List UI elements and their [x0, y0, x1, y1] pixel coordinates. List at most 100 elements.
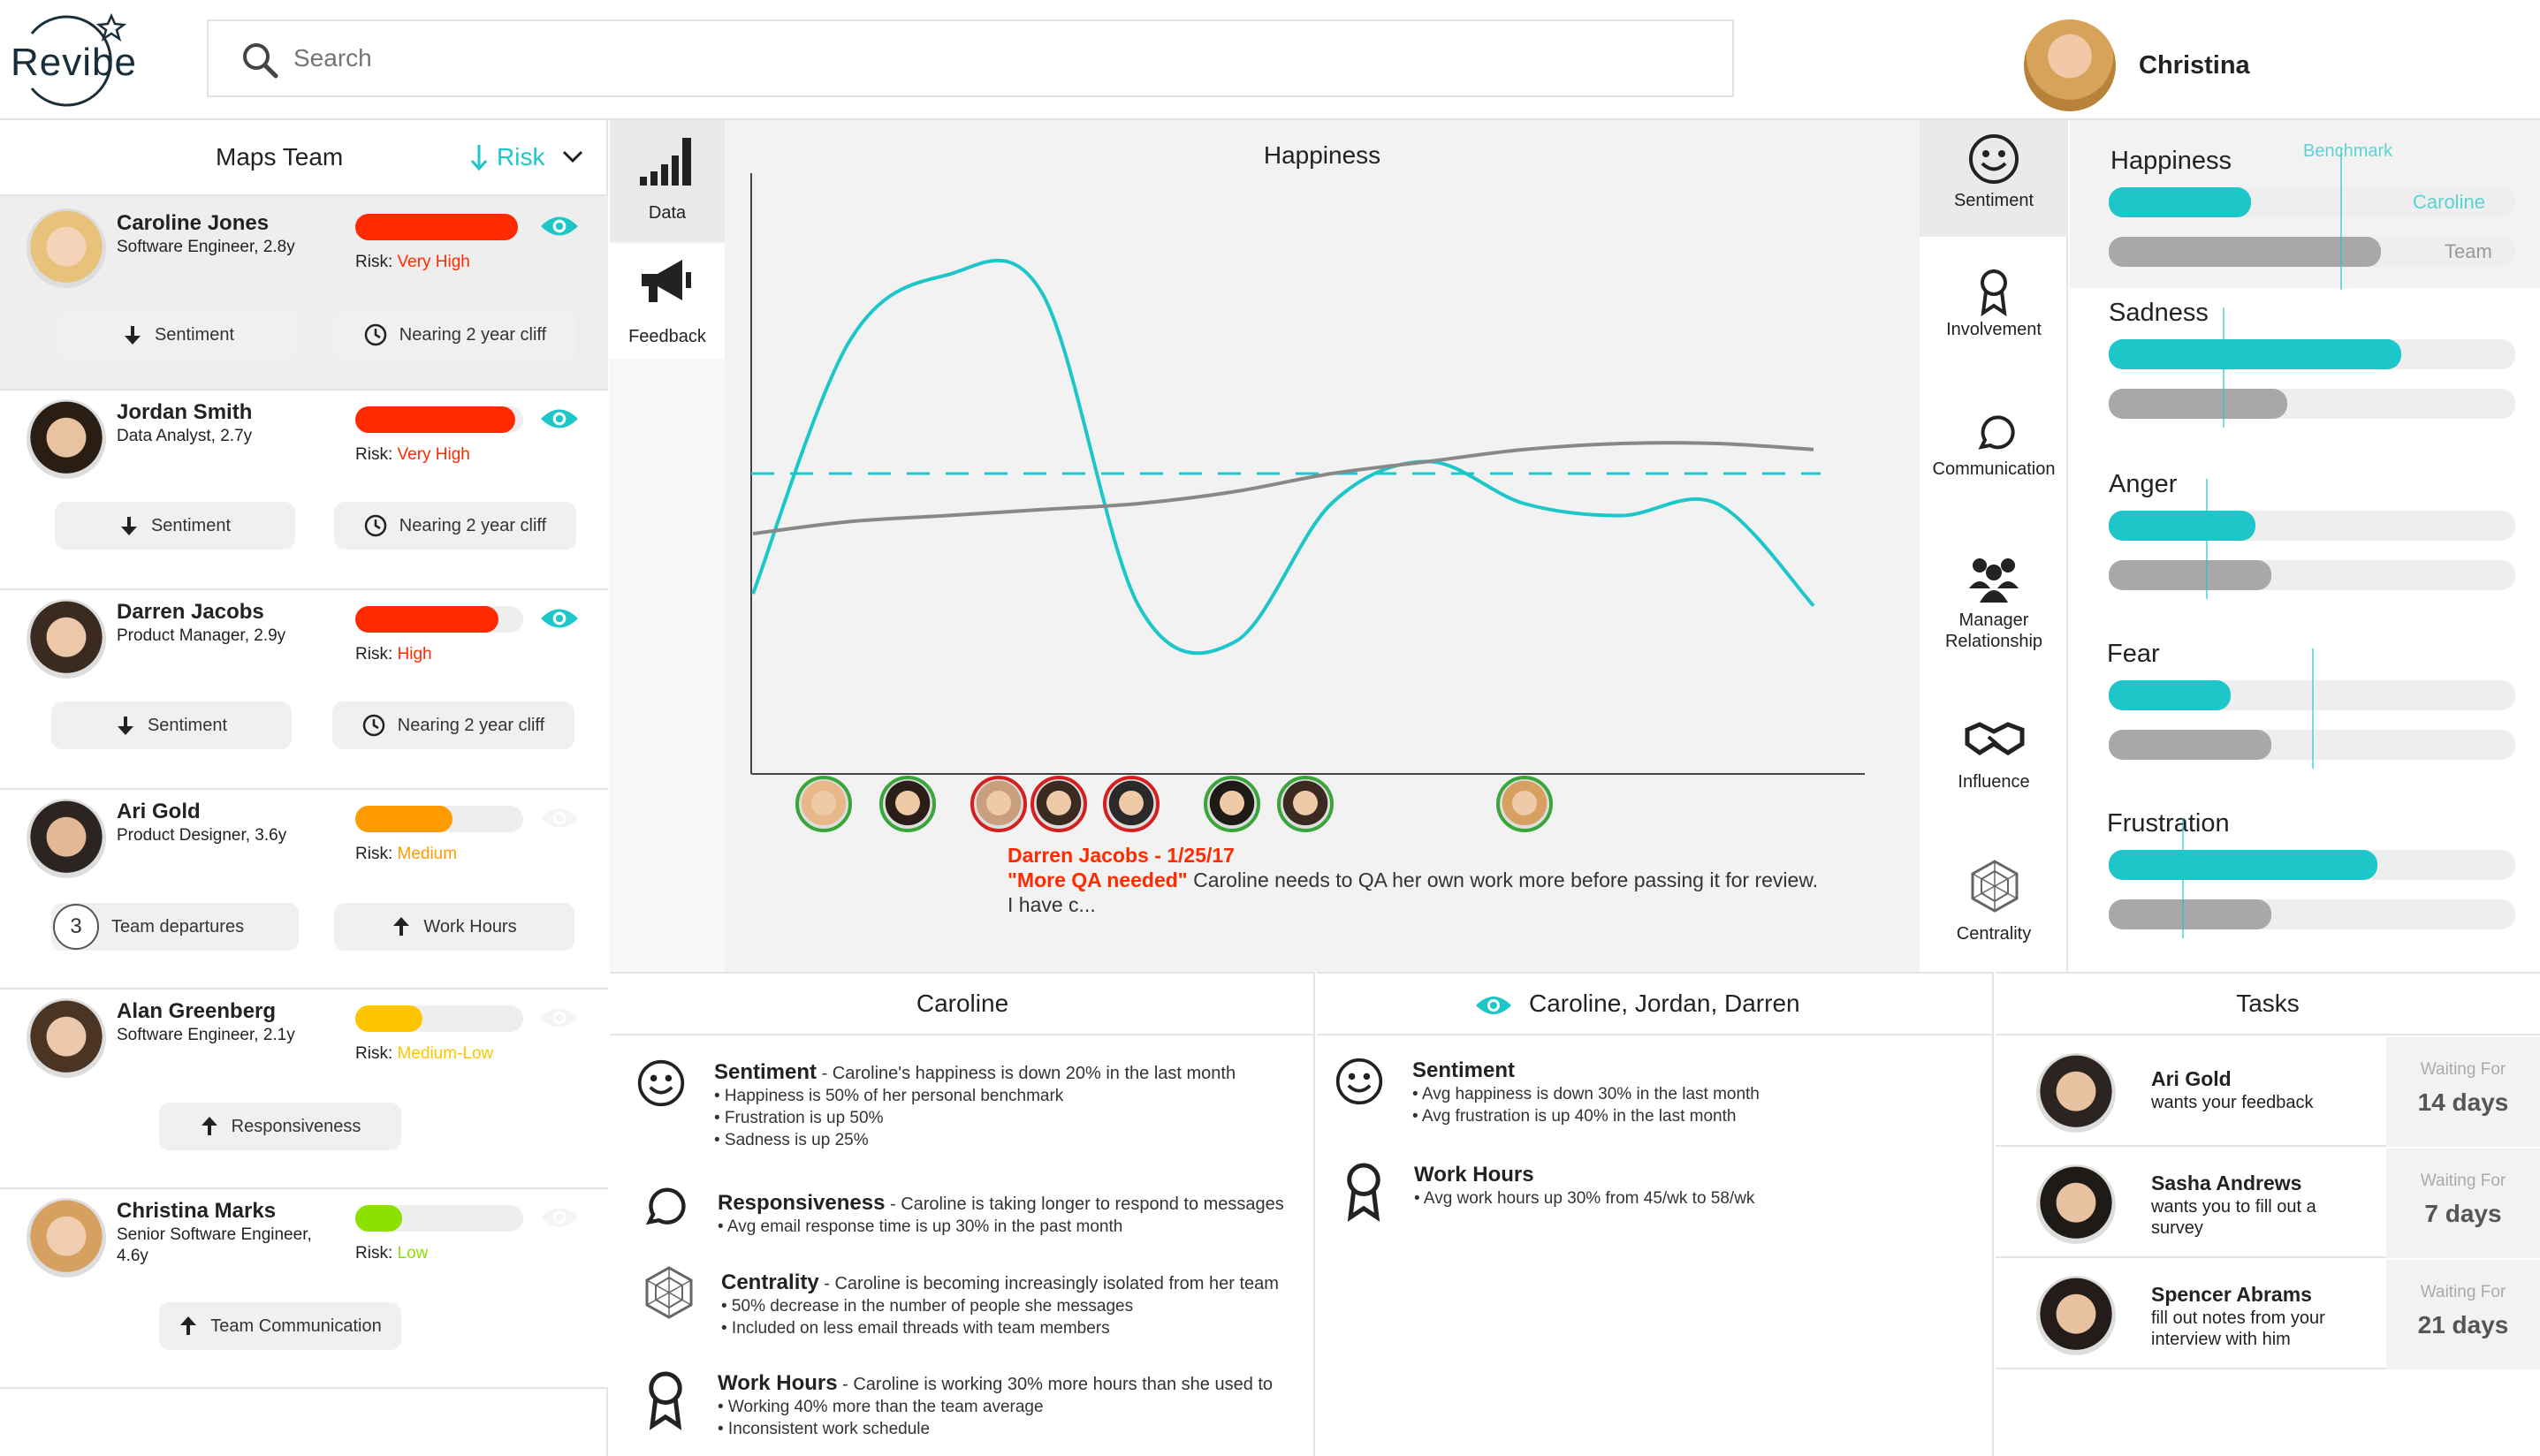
team-bar[interactable]: [2109, 899, 2515, 929]
member-name[interactable]: Jordan Smith: [117, 399, 329, 426]
member-info: Darren Jacobs Product Manager, 2.9y: [117, 599, 329, 647]
caroline-bar[interactable]: [2109, 339, 2515, 369]
member-row[interactable]: Caroline Jones Software Engineer, 2.8y R…: [0, 196, 608, 391]
member-avatar[interactable]: [27, 1198, 106, 1278]
waiting-days: 7 days: [2424, 1200, 2502, 1227]
watch-eye-icon[interactable]: [539, 212, 580, 240]
feedback-avatar[interactable]: [795, 776, 852, 832]
cliff-chip[interactable]: Nearing 2 year cliff: [334, 311, 576, 359]
group-icon: [1969, 558, 2019, 603]
member-avatar[interactable]: [27, 998, 106, 1078]
risk-text: Risk: Low: [355, 1244, 428, 1263]
chevron-down-icon: [562, 150, 583, 163]
feedback-avatar[interactable]: [1030, 776, 1087, 832]
category-involvement[interactable]: Involvement: [1920, 269, 2068, 357]
team-communication-chip[interactable]: Team Communication: [159, 1302, 401, 1350]
category-label: Manager Relationship: [1944, 610, 2043, 651]
team-bar[interactable]: [2109, 389, 2515, 419]
arrow-up-icon: [201, 1117, 217, 1135]
ribbon-icon: [1981, 269, 2007, 316]
team-bar[interactable]: [2109, 560, 2515, 590]
watch-eye-icon[interactable]: [539, 604, 580, 633]
category-communication[interactable]: Communication: [1920, 413, 2068, 502]
feedback-avatar[interactable]: [1496, 776, 1553, 832]
risk-bar-fill: [355, 214, 518, 240]
sentiment-chip[interactable]: Sentiment: [55, 502, 295, 550]
user-name[interactable]: Christina: [2139, 51, 2250, 80]
member-name[interactable]: Christina Marks: [117, 1198, 329, 1225]
caroline-bar[interactable]: [2109, 511, 2515, 541]
caroline-bar-fill: [2109, 511, 2255, 541]
task-row[interactable]: Spencer Abrams fill out notes from your …: [1996, 1260, 2540, 1369]
member-avatar[interactable]: [27, 799, 106, 878]
caroline-bar[interactable]: [2109, 850, 2515, 880]
category-centrality[interactable]: Centrality: [1920, 859, 2068, 947]
category-influence[interactable]: Influence: [1920, 717, 2068, 806]
watch-eye-icon[interactable]: [539, 1004, 580, 1032]
insight-centrality: Centrality - Caroline is becoming increa…: [721, 1270, 1313, 1339]
watch-eye-icon[interactable]: [539, 1203, 580, 1232]
member-row[interactable]: Ari Gold Product Designer, 3.6y Risk: Me…: [0, 790, 608, 990]
sentiment-chip[interactable]: Sentiment: [51, 701, 292, 749]
team-bar-fill: [2109, 560, 2271, 590]
member-avatar[interactable]: [27, 599, 106, 679]
feedback-text: Caroline needs to QA her own work more b…: [1187, 868, 1819, 891]
feedback-snippet[interactable]: Darren Jacobs - 1/25/17 "More QA needed"…: [1008, 843, 1909, 917]
user-avatar[interactable]: [2024, 19, 2116, 111]
member-row[interactable]: Darren Jacobs Product Manager, 2.9y Risk…: [0, 590, 608, 790]
member-name[interactable]: Ari Gold: [117, 799, 329, 825]
team-series-line[interactable]: [752, 441, 1814, 535]
search-input[interactable]: [293, 37, 1619, 80]
task-info: Ari Gold wants your feedback: [2151, 1065, 2363, 1113]
category-sentiment[interactable]: Sentiment: [1920, 120, 2068, 237]
caroline-series-line[interactable]: [751, 258, 1815, 656]
feedback-text-more: I have c...: [1008, 893, 1096, 916]
member-avatar[interactable]: [27, 209, 106, 288]
caroline-bar-fill: [2109, 187, 2251, 217]
member-row[interactable]: Alan Greenberg Software Engineer, 2.1y R…: [0, 990, 608, 1189]
member-role: Software Engineer, 2.8y: [117, 238, 295, 256]
work-hours-chip[interactable]: Work Hours: [334, 903, 574, 951]
insight-title: Sentiment: [1412, 1058, 1516, 1082]
responsiveness-chip[interactable]: Responsiveness: [159, 1103, 401, 1150]
member-row[interactable]: Christina Marks Senior Software Engineer…: [0, 1189, 608, 1389]
member-row[interactable]: Jordan Smith Data Analyst, 2.7y Risk: Ve…: [0, 391, 608, 590]
member-name[interactable]: Caroline Jones: [117, 210, 329, 237]
insight-bullet: • Avg happiness is down 30% in the last …: [1412, 1085, 1760, 1103]
cliff-chip[interactable]: Nearing 2 year cliff: [332, 701, 574, 749]
team-departures-chip[interactable]: 3 Team departures: [51, 903, 299, 951]
risk-level: Medium: [397, 845, 458, 863]
member-name[interactable]: Alan Greenberg: [117, 998, 329, 1025]
member-info: Alan Greenberg Software Engineer, 2.1y: [117, 998, 329, 1046]
logo[interactable]: Revibe: [5, 7, 138, 113]
insight-responsiveness: Responsiveness - Caroline is taking long…: [718, 1191, 1310, 1238]
cliff-chip[interactable]: Nearing 2 year cliff: [334, 502, 576, 550]
feedback-avatar[interactable]: [1204, 776, 1260, 832]
benchmark-marker: [2182, 818, 2184, 938]
task-row[interactable]: Ari Gold wants your feedback Waiting For…: [1996, 1037, 2540, 1147]
sort-dropdown[interactable]: Risk: [468, 140, 592, 175]
watch-eye-icon[interactable]: [539, 804, 580, 832]
eye-icon[interactable]: [1474, 993, 1513, 1018]
feedback-avatar[interactable]: [879, 776, 936, 832]
caroline-panel-title: Caroline: [916, 990, 1009, 1017]
risk-prefix: Risk:: [355, 445, 398, 464]
waiting-label: Waiting For: [2420, 1060, 2506, 1079]
category-manager-relationship[interactable]: Manager Relationship: [1920, 555, 2068, 670]
watch-eye-icon[interactable]: [539, 405, 580, 433]
search-box[interactable]: [207, 19, 1734, 97]
speech-bubble-icon: [1978, 415, 2015, 450]
feedback-avatar[interactable]: [1103, 776, 1160, 832]
chip-label: Team departures: [111, 916, 245, 937]
task-person: Sasha Andrews: [2151, 1172, 2302, 1194]
member-name[interactable]: Darren Jacobs: [117, 599, 329, 626]
task-row[interactable]: Sasha Andrews wants you to fill out a su…: [1996, 1149, 2540, 1258]
feedback-author: Darren Jacobs - 1/25/17: [1008, 844, 1235, 867]
member-avatar[interactable]: [27, 399, 106, 479]
insight-bullet: • Frustration is up 50%: [714, 1109, 884, 1127]
data-tool[interactable]: Data: [610, 120, 725, 242]
feedback-tool[interactable]: Feedback: [610, 244, 725, 359]
sentiment-chip[interactable]: Sentiment: [58, 311, 299, 359]
feedback-avatar[interactable]: [1277, 776, 1334, 832]
feedback-avatar[interactable]: [970, 776, 1027, 832]
